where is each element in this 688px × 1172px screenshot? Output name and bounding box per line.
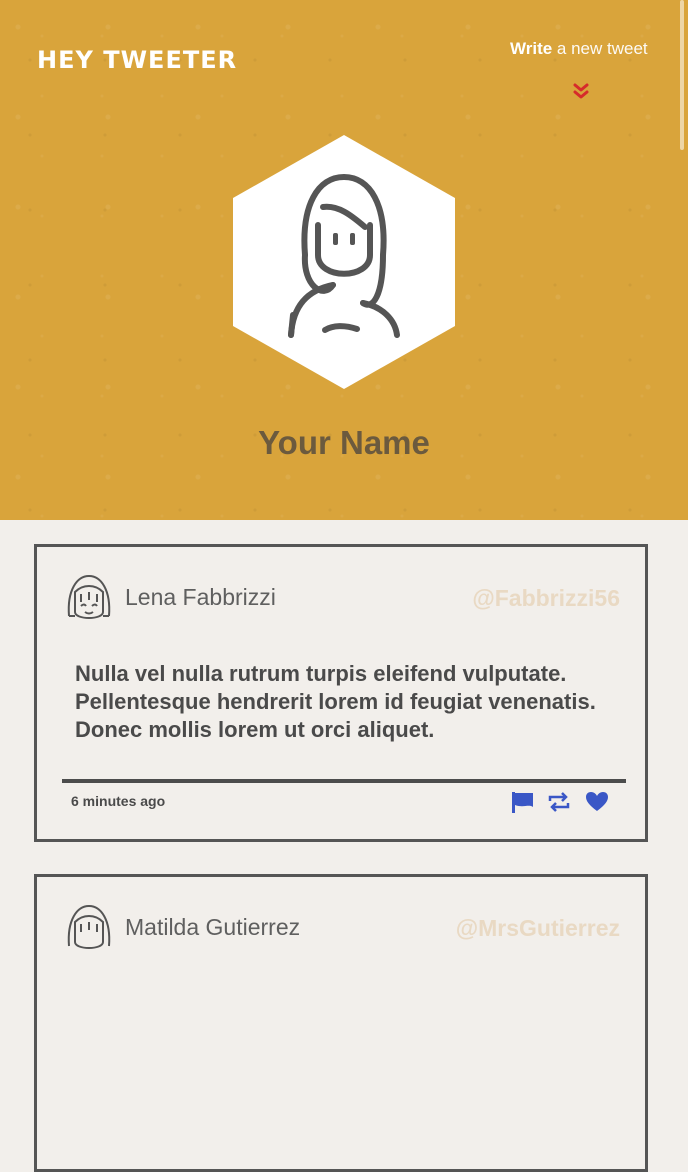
user-avatar-icon — [67, 574, 111, 619]
tweet-author-name[interactable]: Matilda Gutierrez — [125, 914, 300, 941]
profile-name: Your Name — [258, 424, 430, 461]
profile-header: HEY TWEETER Write a new tweet Your Name — [0, 0, 688, 520]
flag-icon[interactable] — [511, 791, 535, 813]
tweet-divider — [62, 779, 626, 783]
retweet-icon[interactable] — [547, 791, 571, 813]
tweet-author-name[interactable]: Lena Fabbrizzi — [125, 584, 276, 611]
tweet-author-handle[interactable]: @Fabbrizzi56 — [472, 585, 620, 612]
user-avatar-icon — [67, 904, 111, 949]
double-chevron-down-icon[interactable] — [571, 82, 591, 100]
profile-avatar — [233, 135, 455, 389]
heart-icon[interactable] — [585, 791, 609, 813]
scrollbar-thumb[interactable] — [680, 0, 684, 150]
write-label-strong: Write — [510, 39, 553, 58]
tweet-text: Nulla vel nulla rutrum turpis eleifend v… — [75, 661, 596, 742]
tweet-card: Lena Fabbrizzi @Fabbrizzi56 Nulla vel nu… — [34, 544, 648, 842]
write-new-tweet-link[interactable]: Write a new tweet — [510, 39, 648, 59]
write-label-rest: a new tweet — [552, 39, 648, 58]
tweet-author-handle[interactable]: @MrsGutierrez — [456, 915, 620, 942]
tweet-timestamp: 6 minutes ago — [71, 793, 166, 809]
brand-logo[interactable]: HEY TWEETER — [37, 46, 237, 74]
tweet-actions — [511, 791, 609, 815]
tweet-card: Matilda Gutierrez @MrsGutierrez — [34, 874, 648, 1172]
